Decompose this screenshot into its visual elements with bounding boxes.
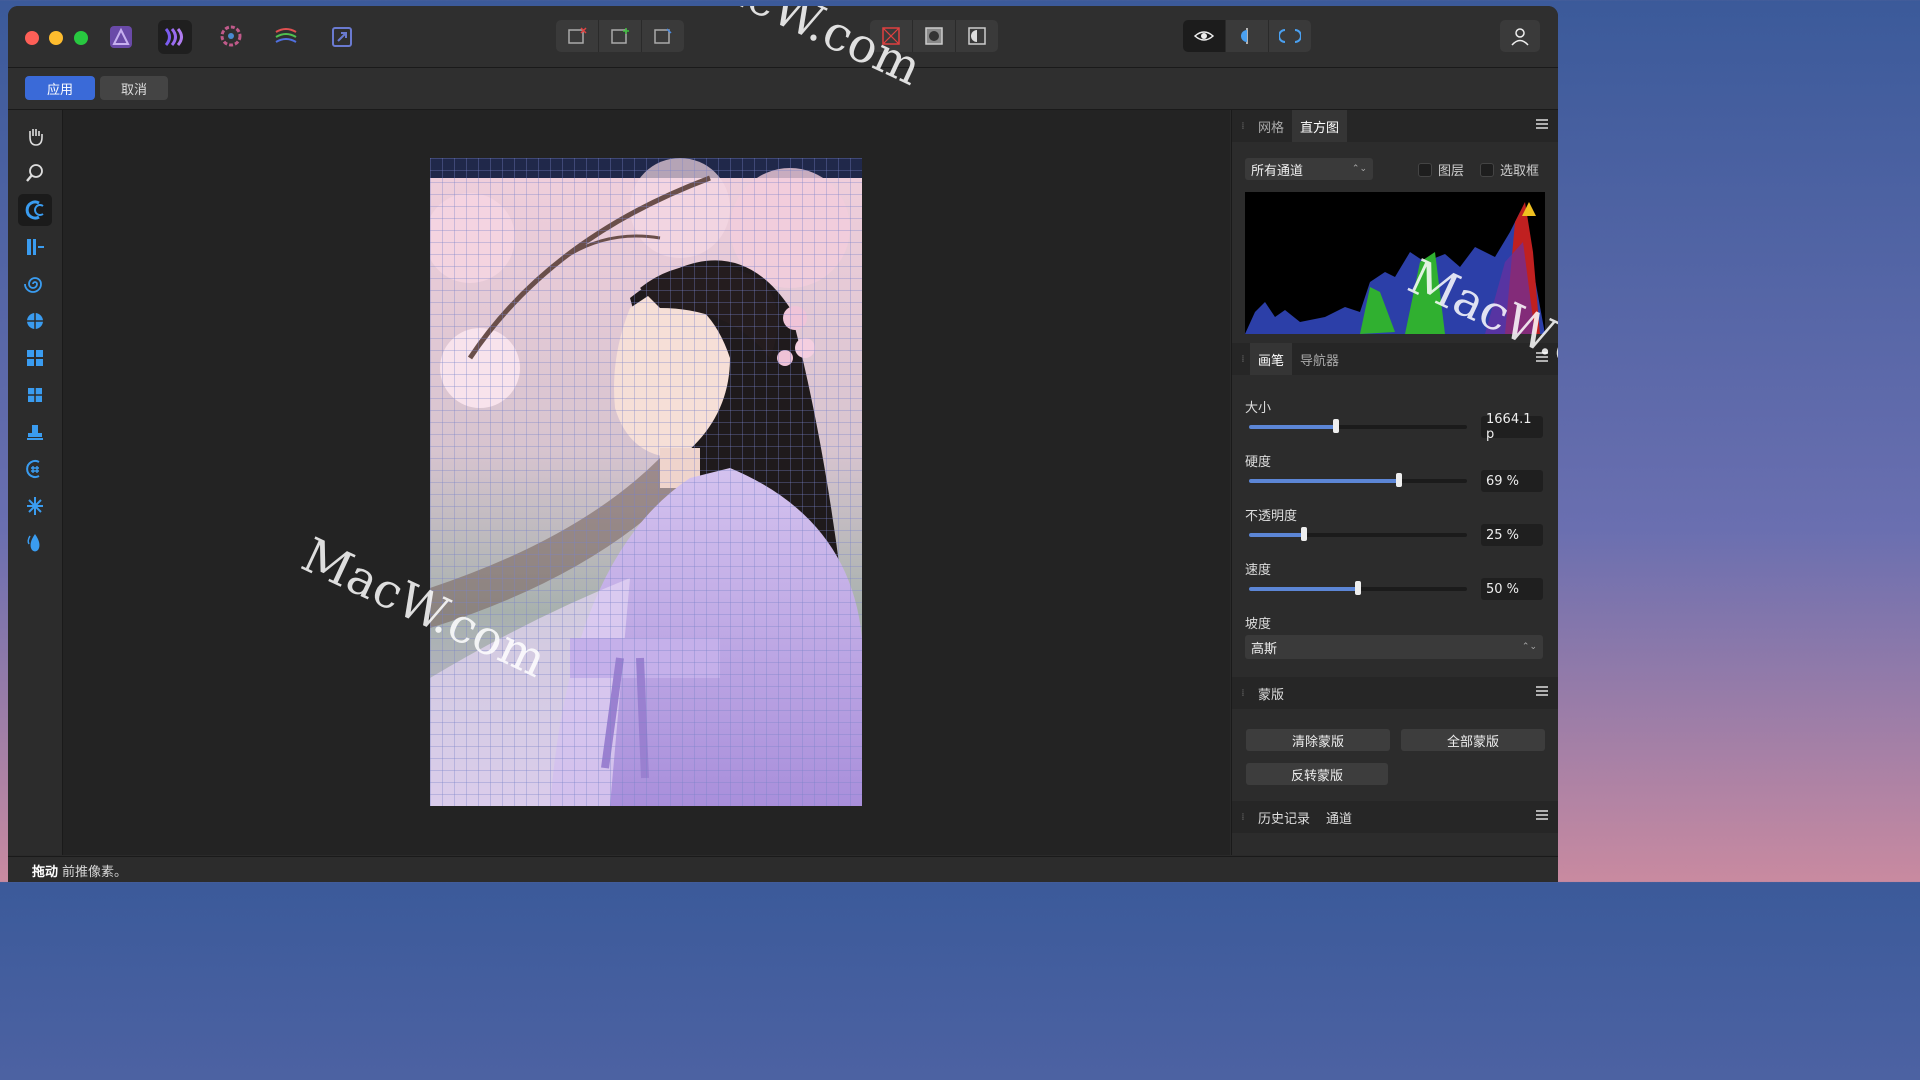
mesh-clone-tool-icon[interactable] [18, 379, 52, 411]
export-persona-icon[interactable] [325, 20, 359, 54]
thaw-tool-icon[interactable] [18, 490, 52, 522]
tools-panel [8, 110, 63, 855]
opacity-label: 不透明度 [1245, 509, 1298, 524]
status-text: 前推像素。 [62, 864, 128, 880]
hardness-value-field[interactable]: 69 % [1481, 470, 1543, 492]
status-bar: 拖动 前推像素。 [8, 856, 1558, 882]
speed-label: 速度 [1245, 563, 1272, 578]
mirror-view-icon[interactable] [1269, 20, 1311, 52]
develop-persona-icon[interactable] [214, 20, 248, 54]
snapshot-delete-icon[interactable] [556, 20, 599, 52]
tab-grid[interactable]: 网格 [1250, 110, 1292, 142]
user-account-icon[interactable] [1500, 20, 1540, 52]
selection-checkbox[interactable]: 选取框 [1480, 160, 1539, 179]
slider-knob[interactable] [1333, 419, 1340, 433]
photo-persona-icon[interactable] [104, 20, 138, 54]
snapshot-add-icon[interactable] [599, 20, 642, 52]
size-label: 大小 [1245, 401, 1272, 416]
hardness-label: 硬度 [1245, 455, 1272, 470]
canvas-area[interactable]: MacW.com [63, 110, 1230, 855]
zoom-tool-icon[interactable] [18, 157, 52, 189]
slider-fill [1249, 425, 1337, 429]
liquify-photo[interactable] [430, 158, 862, 806]
size-slider[interactable] [1249, 419, 1467, 433]
mask-panel-header: ⁞ 蒙版 [1232, 677, 1558, 709]
history-panel-header: ⁞ 历史记录 通道 [1232, 801, 1558, 833]
split-view-icon[interactable] [1226, 20, 1269, 52]
minimize-window-button[interactable] [49, 31, 63, 45]
mask-all-button[interactable]: 全部蒙版 [1401, 729, 1545, 751]
panel-menu-icon[interactable] [1535, 118, 1549, 134]
histogram-panel-header: ⁞ 网格 直方图 [1232, 110, 1558, 142]
turbulence-tool-icon[interactable] [18, 342, 52, 374]
panel-grip-icon[interactable]: ⁞ [1236, 354, 1250, 365]
slider-fill [1249, 533, 1304, 537]
status-action: 拖动 [32, 864, 59, 880]
panel-grip-icon[interactable]: ⁞ [1236, 688, 1250, 699]
opacity-slider[interactable] [1249, 527, 1467, 541]
channel-select[interactable]: 所有通道 ⌃⌄ [1245, 158, 1373, 180]
tab-brush[interactable]: 画笔 [1250, 343, 1293, 375]
pinch-punch-tool-icon[interactable] [18, 305, 52, 337]
speed-value-field[interactable]: 50 % [1481, 578, 1543, 600]
freeze-tool-icon[interactable] [18, 453, 52, 485]
chevron-updown-icon: ⌃⌄ [1521, 642, 1537, 652]
tab-histogram[interactable]: 直方图 [1292, 110, 1348, 142]
slider-knob[interactable] [1396, 473, 1403, 487]
panel-menu-icon[interactable] [1535, 809, 1549, 825]
snapshot-restore-icon[interactable] [642, 20, 684, 52]
checkbox-box[interactable] [1480, 162, 1494, 177]
slider-fill [1249, 479, 1400, 483]
mask-invert-icon[interactable] [956, 20, 998, 52]
twirl-tool-icon[interactable] [18, 268, 52, 300]
tab-history[interactable]: 历史记录 [1250, 801, 1318, 833]
falloff-select[interactable]: 高斯 ⌃⌄ [1245, 635, 1543, 659]
panel-grip-icon[interactable]: ⁞ [1236, 812, 1250, 823]
hardness-slider[interactable] [1249, 473, 1467, 487]
selection-checkbox-label: 选取框 [1500, 164, 1540, 179]
panel-menu-icon[interactable] [1535, 685, 1549, 701]
falloff-label: 坡度 [1245, 617, 1272, 632]
mask-panel-title: 蒙版 [1258, 687, 1285, 703]
cancel-button[interactable]: 取消 [100, 76, 168, 100]
preview-button-group [1183, 20, 1311, 52]
clear-mask-button[interactable]: 清除蒙版 [1246, 729, 1390, 751]
snapshot-button-group [556, 20, 684, 52]
falloff-select-value: 高斯 [1251, 641, 1278, 657]
zoom-window-button[interactable] [74, 31, 88, 45]
context-toolbar: 应用 取消 [8, 68, 1558, 110]
tone-mapping-persona-icon[interactable] [269, 20, 303, 54]
mesh-grid-overlay [430, 158, 862, 806]
close-window-button[interactable] [25, 31, 39, 45]
melt-tool-icon[interactable] [18, 527, 52, 559]
layer-checkbox-label: 图层 [1438, 164, 1465, 179]
eye-icon[interactable] [1183, 20, 1226, 52]
tab-channels[interactable]: 通道 [1318, 801, 1360, 833]
checkbox-box[interactable] [1418, 162, 1432, 177]
slider-knob[interactable] [1355, 581, 1361, 595]
speed-slider[interactable] [1249, 581, 1467, 595]
slider-knob[interactable] [1300, 527, 1307, 541]
liquify-persona-icon[interactable] [158, 20, 192, 54]
invert-mask-button[interactable]: 反转蒙版 [1246, 763, 1388, 785]
layer-checkbox[interactable]: 图层 [1418, 160, 1464, 179]
push-left-tool-icon[interactable] [18, 231, 52, 263]
channel-select-value: 所有通道 [1251, 163, 1304, 179]
tab-navigator[interactable]: 导航器 [1292, 343, 1347, 375]
apply-button[interactable]: 应用 [25, 76, 95, 100]
size-value-field[interactable]: 1664.1 p [1481, 412, 1543, 442]
app-window: 应用 取消 MacW.com ⁞ 网格 直方图 所有通道 ⌃⌄ 图层 选取框 ⁞… [8, 6, 1558, 882]
hand-tool-icon[interactable] [18, 120, 52, 152]
push-forward-tool-icon[interactable] [18, 194, 52, 226]
slider-fill [1249, 587, 1358, 591]
panel-grip-icon[interactable]: ⁞ [1236, 121, 1250, 132]
right-studio-panel: ⁞ 网格 直方图 所有通道 ⌃⌄ 图层 选取框 ⁞ 画笔 导航器 大小 1664… [1231, 110, 1558, 855]
reconstruct-tool-icon[interactable] [18, 416, 52, 448]
opacity-value-field[interactable]: 25 % [1481, 524, 1543, 546]
chevron-updown-icon: ⌃⌄ [1351, 164, 1367, 174]
